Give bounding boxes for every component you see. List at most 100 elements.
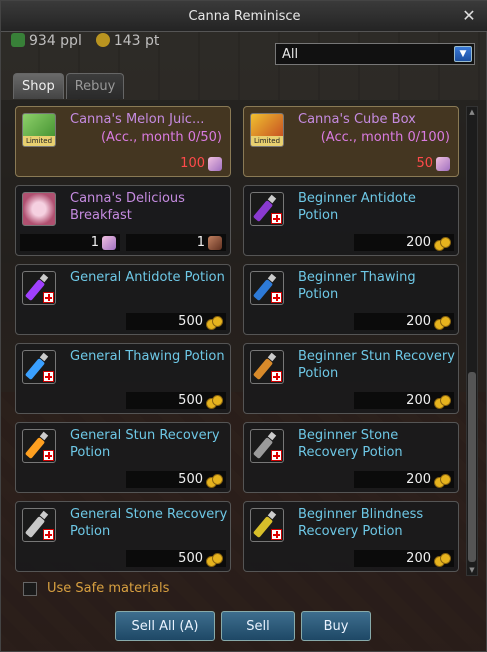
material-icon xyxy=(102,235,116,250)
item-price-secondary: 1 xyxy=(20,234,120,251)
item-price: 500 xyxy=(126,392,226,409)
shop-window: Canna Reminisce ✕ 934 ppl 143 pt All ▼ S… xyxy=(0,0,487,652)
safe-materials-option[interactable]: Use Safe materials xyxy=(23,581,169,596)
price-value: 200 xyxy=(406,314,431,329)
stone-potion-icon xyxy=(22,508,56,542)
item-limit: (Acc., month 0/100) xyxy=(320,130,450,145)
price-value: 1 xyxy=(196,235,205,250)
item-name: Canna's Delicious Breakfast xyxy=(70,191,185,223)
shop-item[interactable]: Limited Canna's Melon Juic... (Acc., mon… xyxy=(15,106,231,177)
item-name: Beginner Antidote Potion xyxy=(298,191,416,223)
medical-cross-icon xyxy=(43,292,54,303)
breakfast-icon xyxy=(22,192,56,226)
price-value: 1 xyxy=(90,235,99,250)
price-value: 200 xyxy=(406,235,431,250)
people-icon xyxy=(11,33,25,47)
close-icon[interactable]: ✕ xyxy=(460,7,478,25)
item-price: 200 xyxy=(354,313,454,330)
medical-cross-icon xyxy=(43,450,54,461)
stun-potion-icon xyxy=(22,429,56,463)
item-price: 200 xyxy=(354,550,454,567)
item-name: Canna's Melon Juic... xyxy=(70,112,205,127)
points-icon xyxy=(95,33,110,47)
antidote-potion-icon xyxy=(250,192,284,226)
gold-coin-icon xyxy=(434,552,451,567)
filter-selected-value: All xyxy=(282,46,299,62)
shop-item[interactable]: Canna's Delicious Breakfast 1 1 xyxy=(15,185,231,256)
gold-coin-icon xyxy=(434,473,451,488)
cube-box-icon: Limited xyxy=(250,113,284,147)
item-price: 500 xyxy=(126,550,226,567)
price-value: 500 xyxy=(178,472,203,487)
shop-item[interactable]: General Thawing Potion 500 xyxy=(15,343,231,414)
price-value: 200 xyxy=(406,393,431,408)
item-price: 500 xyxy=(126,313,226,330)
shop-item[interactable]: Beginner Blindness Recovery Potion 200 xyxy=(243,501,459,572)
status-bar: 934 ppl 143 pt xyxy=(11,33,159,49)
shop-item[interactable]: General Stone Recovery Potion 500 xyxy=(15,501,231,572)
medical-cross-icon xyxy=(271,529,282,540)
tab-shop[interactable]: Shop xyxy=(13,73,64,99)
item-name: General Thawing Potion xyxy=(70,349,225,364)
item-name: General Stone Recovery Potion xyxy=(70,507,228,539)
item-name: Beginner Stun Recovery Potion xyxy=(298,349,455,381)
price-value: 500 xyxy=(178,551,203,566)
limited-badge: Limited xyxy=(251,136,283,146)
blindness-potion-icon xyxy=(250,508,284,542)
shop-item[interactable]: General Antidote Potion 500 xyxy=(15,264,231,335)
price-value: 200 xyxy=(406,472,431,487)
shop-item[interactable]: Beginner Thawing Potion 200 xyxy=(243,264,459,335)
tab-rebuy[interactable]: Rebuy xyxy=(65,73,125,99)
scroll-down-icon[interactable]: ▼ xyxy=(467,565,477,575)
material-icon xyxy=(436,156,450,171)
sell-all-button[interactable]: Sell All (A) xyxy=(115,611,215,641)
buy-button[interactable]: Buy xyxy=(301,611,371,641)
stun-potion-icon xyxy=(250,350,284,384)
item-price: 200 xyxy=(354,234,454,251)
shop-item[interactable]: Beginner Stun Recovery Potion 200 xyxy=(243,343,459,414)
safe-materials-label: Use Safe materials xyxy=(47,581,170,596)
gold-coin-icon xyxy=(434,236,451,251)
safe-materials-checkbox[interactable] xyxy=(23,581,37,596)
scroll-up-icon[interactable]: ▲ xyxy=(467,107,477,117)
medical-cross-icon xyxy=(271,450,282,461)
limited-badge: Limited xyxy=(23,136,55,146)
price-value: 500 xyxy=(178,393,203,408)
window-title: Canna Reminisce xyxy=(188,8,301,24)
shop-item[interactable]: Limited Canna's Cube Box (Acc., month 0/… xyxy=(243,106,459,177)
item-price: 1 xyxy=(126,234,226,251)
item-price: 100 xyxy=(126,155,226,172)
gold-coin-icon xyxy=(206,473,223,488)
gold-coin-icon xyxy=(434,394,451,409)
shop-item[interactable]: Beginner Antidote Potion 200 xyxy=(243,185,459,256)
points-count: 143 pt xyxy=(95,33,159,49)
item-name: Beginner Blindness Recovery Potion xyxy=(298,507,424,539)
item-name: Beginner Thawing Potion xyxy=(298,270,416,302)
item-list-scrollbar[interactable]: ▲ ▼ xyxy=(466,106,478,576)
scrollbar-thumb[interactable] xyxy=(468,372,476,562)
shop-item[interactable]: Beginner Stone Recovery Potion 200 xyxy=(243,422,459,493)
melon-juice-icon: Limited xyxy=(22,113,56,147)
people-count: 934 ppl xyxy=(11,33,82,49)
item-price: 200 xyxy=(354,392,454,409)
material-icon xyxy=(208,235,222,250)
price-value: 200 xyxy=(406,551,431,566)
medical-cross-icon xyxy=(43,371,54,382)
category-filter-dropdown[interactable]: All ▼ xyxy=(275,43,475,65)
gold-coin-icon xyxy=(206,394,223,409)
shop-item[interactable]: General Stun Recovery Potion 500 xyxy=(15,422,231,493)
material-icon xyxy=(208,156,222,171)
sell-button[interactable]: Sell xyxy=(221,611,295,641)
medical-cross-icon xyxy=(43,529,54,540)
medical-cross-icon xyxy=(271,213,282,224)
chevron-down-icon[interactable]: ▼ xyxy=(454,46,472,62)
medical-cross-icon xyxy=(271,292,282,303)
stone-potion-icon xyxy=(250,429,284,463)
price-value: 500 xyxy=(178,314,203,329)
item-price: 200 xyxy=(354,471,454,488)
title-bar[interactable]: Canna Reminisce ✕ xyxy=(1,1,487,32)
item-name: Canna's Cube Box xyxy=(298,112,416,127)
medical-cross-icon xyxy=(271,371,282,382)
price-value: 100 xyxy=(180,156,205,171)
item-name: General Antidote Potion xyxy=(70,270,225,285)
